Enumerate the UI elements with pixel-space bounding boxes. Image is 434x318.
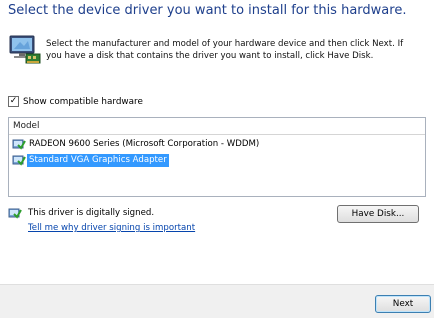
next-button[interactable]: Next — [375, 295, 431, 313]
list-item-label: RADEON 9600 Series (Microsoft Corporatio… — [29, 138, 260, 149]
show-compatible-row[interactable]: ✓ Show compatible hardware — [8, 96, 143, 107]
model-column-header[interactable]: Model — [9, 118, 425, 135]
list-item-label: Standard VGA Graphics Adapter — [27, 153, 169, 167]
signing-status: This driver is digitally signed. — [8, 207, 154, 219]
signed-driver-icon — [12, 139, 26, 150]
signing-status-text: This driver is digitally signed. — [28, 208, 155, 218]
signed-driver-icon — [12, 155, 26, 166]
instruction-text: Select the manufacturer and model of you… — [46, 39, 404, 61]
list-item[interactable]: Standard VGA Graphics Adapter — [9, 153, 425, 167]
list-item[interactable]: RADEON 9600 Series (Microsoft Corporatio… — [9, 137, 425, 151]
signed-driver-icon — [8, 208, 22, 219]
page-title: Select the device driver you want to ins… — [8, 3, 407, 18]
driver-signing-link[interactable]: Tell me why driver signing is important — [28, 223, 195, 233]
show-compatible-label: Show compatible hardware — [23, 96, 143, 107]
footer-bar — [0, 284, 434, 318]
model-list[interactable]: Model RADEON 9600 Series (Microsoft Corp… — [8, 117, 426, 197]
have-disk-button[interactable]: Have Disk... — [337, 205, 419, 223]
show-compatible-checkbox[interactable]: ✓ — [8, 96, 19, 107]
hardware-device-icon — [9, 35, 41, 64]
